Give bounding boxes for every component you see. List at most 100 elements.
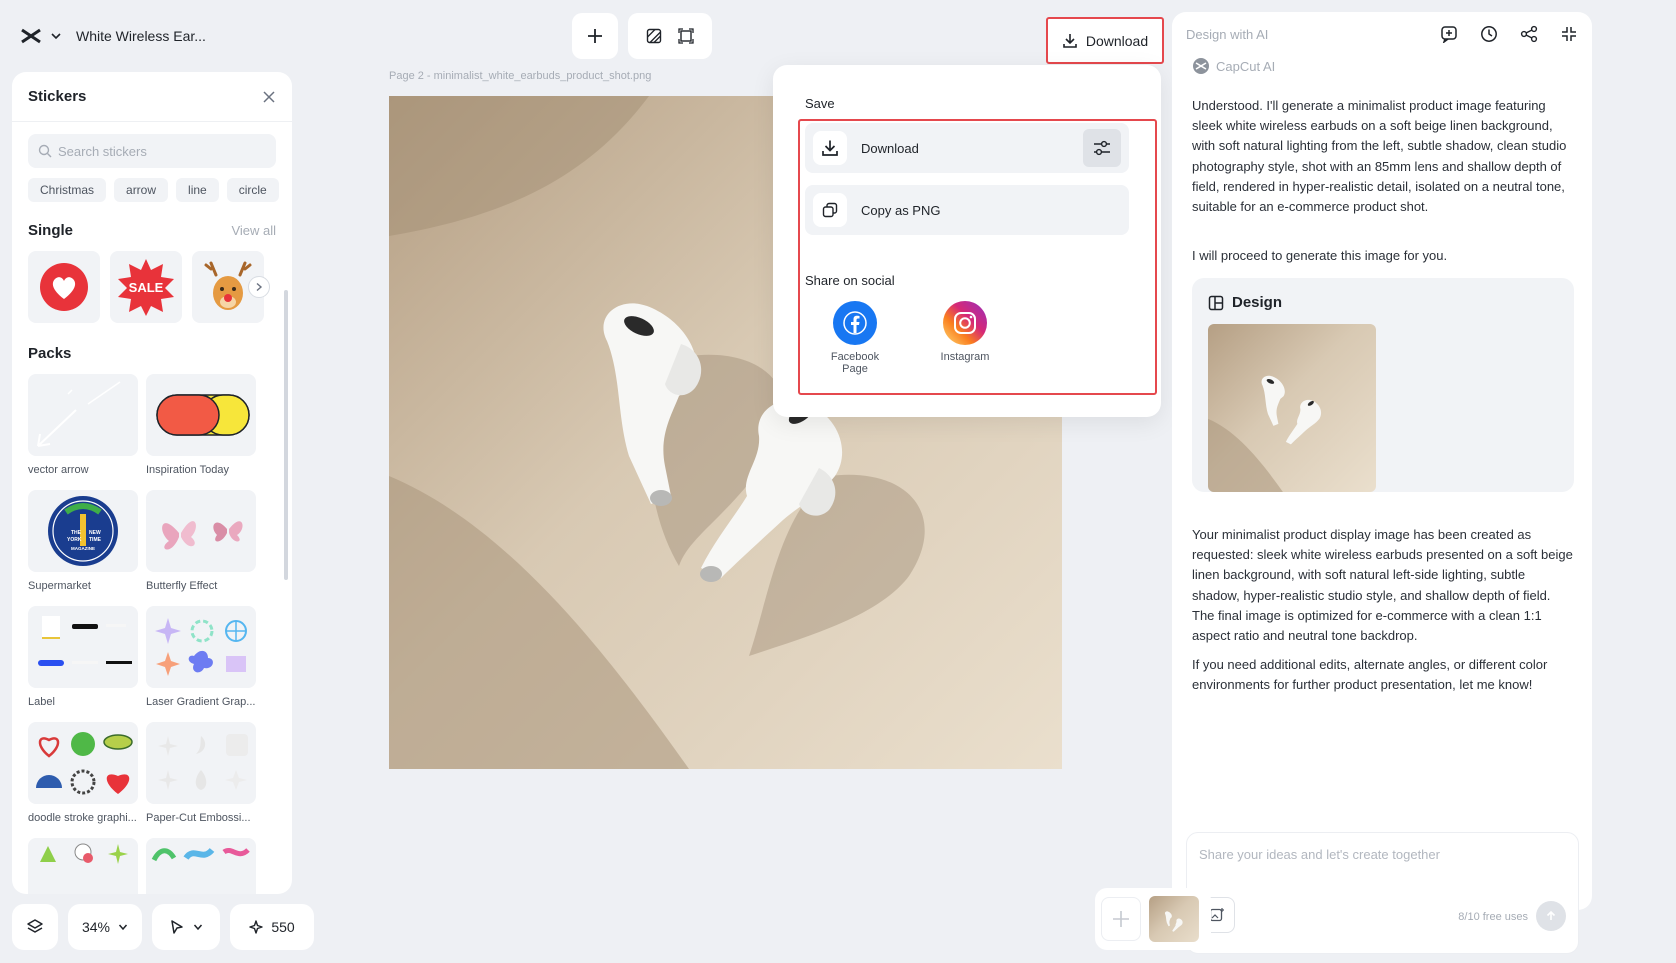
chat-input-box: 8/10 free uses <box>1186 832 1579 954</box>
search-icon <box>38 144 52 158</box>
view-all-link[interactable]: View all <box>231 223 276 238</box>
pointer-tool-dropdown[interactable] <box>152 904 220 950</box>
plus-icon <box>1113 911 1129 927</box>
page-thumbnail[interactable] <box>1149 896 1199 942</box>
badge-line: YORK <box>67 537 82 543</box>
instagram-icon <box>943 301 987 345</box>
pack-item[interactable]: Paper-Cut Embossi... <box>146 722 256 838</box>
tag-arrow[interactable]: arrow <box>114 178 169 202</box>
design-label: Design <box>1232 294 1283 311</box>
add-page-button[interactable] <box>1101 897 1141 941</box>
share-label: Share on social <box>805 273 895 288</box>
pack-item[interactable]: THE NEW YORK TIME MAGAZINE Supermarket <box>28 490 138 606</box>
design-card[interactable]: Design <box>1192 278 1574 492</box>
design-thumbnail[interactable] <box>1208 324 1376 492</box>
copy-icon <box>813 193 847 227</box>
label-thumb <box>28 606 138 688</box>
share-graph-icon[interactable] <box>1520 25 1538 43</box>
search-input[interactable] <box>58 143 258 159</box>
download-popup: Save Download Copy as PNG Share on socia… <box>773 65 1161 417</box>
tag-christmas[interactable]: Christmas <box>28 178 107 202</box>
pack-label: Inspiration Today <box>146 464 229 476</box>
badge-line: NEW <box>89 530 101 536</box>
instagram-share[interactable]: Instagram <box>920 301 1010 363</box>
instagram-label: Instagram <box>940 351 990 363</box>
pack-item[interactable]: doodle stroke graphi... <box>28 722 138 838</box>
layers-button[interactable] <box>12 904 58 950</box>
tag-line[interactable]: line <box>176 178 219 202</box>
sparkle-icon <box>249 920 264 934</box>
panel-title: Stickers <box>28 88 87 105</box>
capcut-logo-icon[interactable] <box>20 27 42 45</box>
ai-message: I will proceed to generate this image fo… <box>1192 248 1448 263</box>
paper-cut-thumb <box>146 722 256 804</box>
scroll-right-button[interactable] <box>248 276 270 298</box>
close-icon[interactable] <box>262 90 276 104</box>
search-box[interactable] <box>28 134 276 168</box>
single-title: Single <box>28 222 74 239</box>
history-icon[interactable] <box>1480 25 1498 43</box>
transparency-icon[interactable] <box>646 28 662 44</box>
project-title[interactable]: White Wireless Ear... <box>76 28 206 44</box>
pack-item[interactable]: Laser Gradient Grap... <box>146 606 256 722</box>
panel-scrollbar[interactable] <box>284 290 288 580</box>
project-bar: White Wireless Ear... <box>12 12 234 60</box>
download-settings-button[interactable] <box>1083 129 1121 167</box>
credits-button[interactable]: 550 <box>230 904 314 950</box>
ai-panel: Design with AI CapCut AI Understood. I'l… <box>1172 12 1592 954</box>
chat-input[interactable] <box>1199 847 1559 877</box>
download-button[interactable]: Download <box>1046 17 1164 64</box>
collapse-icon[interactable] <box>1560 25 1578 43</box>
copy-as-png-option[interactable]: Copy as PNG <box>805 185 1129 235</box>
pages-strip <box>1095 888 1211 950</box>
pack-item-partial[interactable] <box>28 838 138 894</box>
badge-line: TIME <box>89 537 102 543</box>
pack-item[interactable]: Inspiration Today <box>146 374 256 490</box>
save-label: Save <box>805 96 835 111</box>
pack-item[interactable]: Label <box>28 606 138 722</box>
pack-label: Supermarket <box>28 580 91 592</box>
doodle-stroke-thumb <box>28 722 138 804</box>
page-label: Page 2 - minimalist_white_earbuds_produc… <box>389 70 652 82</box>
arrow-up-icon <box>1546 910 1556 920</box>
chevron-down-icon <box>193 922 203 932</box>
stickers-panel: Stickers Christmas arrow line circle Sin… <box>12 72 292 894</box>
laser-gradient-thumb <box>146 606 256 688</box>
zoom-value: 34% <box>81 919 111 935</box>
pill-thumb <box>146 374 256 456</box>
download-button-label: Download <box>1085 32 1149 49</box>
ai-message: If you need additional edits, alternate … <box>1192 657 1548 693</box>
free-uses-count: 8/10 free uses <box>1458 911 1528 923</box>
badge-line: THE <box>71 530 82 536</box>
pack-item[interactable]: vector arrow <box>28 374 138 490</box>
plus-icon <box>587 28 603 44</box>
sliders-icon <box>1094 140 1110 156</box>
zoom-dropdown[interactable]: 34% <box>68 904 142 950</box>
capcut-logo-icon <box>1192 58 1210 74</box>
resize-icon[interactable] <box>678 28 694 44</box>
chevron-down-icon[interactable] <box>50 30 62 42</box>
design-icon <box>1208 295 1224 311</box>
new-chat-icon[interactable] <box>1440 25 1458 43</box>
ai-brand: CapCut AI <box>1192 58 1275 74</box>
copy-option-label: Copy as PNG <box>861 202 941 218</box>
tag-circle[interactable]: circle <box>226 178 279 202</box>
cursor-icon <box>169 919 185 935</box>
send-button[interactable] <box>1536 901 1566 931</box>
download-option[interactable]: Download <box>805 123 1129 173</box>
canvas-tools <box>628 13 712 59</box>
pack-item-partial[interactable] <box>146 838 256 894</box>
download-icon <box>813 131 847 165</box>
ai-panel-title: Design with AI <box>1186 26 1269 42</box>
heart-sticker[interactable] <box>28 251 100 323</box>
partial-thumb <box>146 838 256 894</box>
facebook-share[interactable]: Facebook Page <box>810 301 900 375</box>
add-button[interactable] <box>572 13 618 59</box>
sale-text: SALE <box>129 280 164 295</box>
butterfly-thumb <box>146 490 256 572</box>
sale-sticker[interactable]: SALE <box>110 251 182 323</box>
credits-count: 550 <box>271 919 295 935</box>
layers-icon <box>26 918 44 936</box>
pack-item[interactable]: Butterfly Effect <box>146 490 256 606</box>
single-sticker-row: SALE <box>12 239 292 323</box>
